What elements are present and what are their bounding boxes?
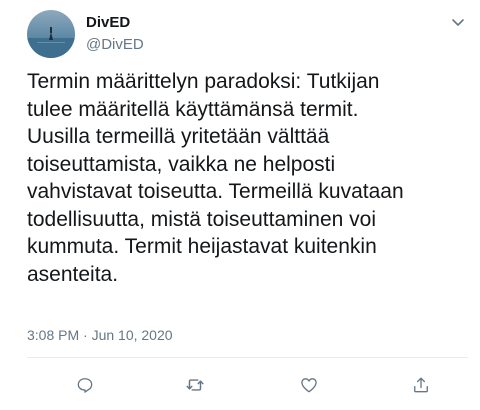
heart-icon (301, 378, 317, 393)
retweet-button[interactable] (182, 372, 208, 398)
divider (27, 357, 468, 358)
tweet-card: DivED @DivED Termin määrittelyn paradoks… (0, 0, 480, 410)
avatar-image (27, 10, 75, 58)
share-button[interactable] (408, 372, 434, 398)
tweet-timestamp[interactable]: 3:08 PM · Jun 10, 2020 (27, 326, 173, 344)
tweet-text-line: kummuta. Termit heijastavat kuitenkin (27, 235, 377, 258)
author-handle[interactable]: @DivED (86, 36, 144, 54)
tweet-text-line: toiseuttamista, vaikka ne helposti (27, 152, 336, 176)
tweet-text-line: todellisuutta, mistä toiseuttaminen voi (27, 207, 377, 231)
tweet-text-line: tulee määritellä käyttämänsä termit. (27, 97, 359, 121)
author-name[interactable]: DivED (86, 14, 130, 32)
tweet-text-line: Termin määrittelyn paradoksi: Tutkijan (27, 70, 380, 93)
tweet-text-line: asenteita. (27, 262, 119, 286)
more-options-button[interactable] (446, 10, 470, 34)
share-icon (414, 377, 428, 393)
avatar[interactable] (27, 10, 75, 58)
reply-button[interactable] (72, 372, 98, 398)
comment-icon (77, 378, 93, 393)
tweet-text-line: vahvistavat toiseutta. Termeillä kuvataa… (27, 180, 404, 203)
tweet-text: Termin määrittelyn paradoksi: Tutkijan t… (27, 68, 467, 288)
retweet-icon (186, 379, 204, 391)
like-button[interactable] (296, 372, 322, 398)
tweet-text-line: Uusilla termeillä yritetään välttää (27, 125, 330, 148)
chevron-down-icon (452, 19, 464, 26)
